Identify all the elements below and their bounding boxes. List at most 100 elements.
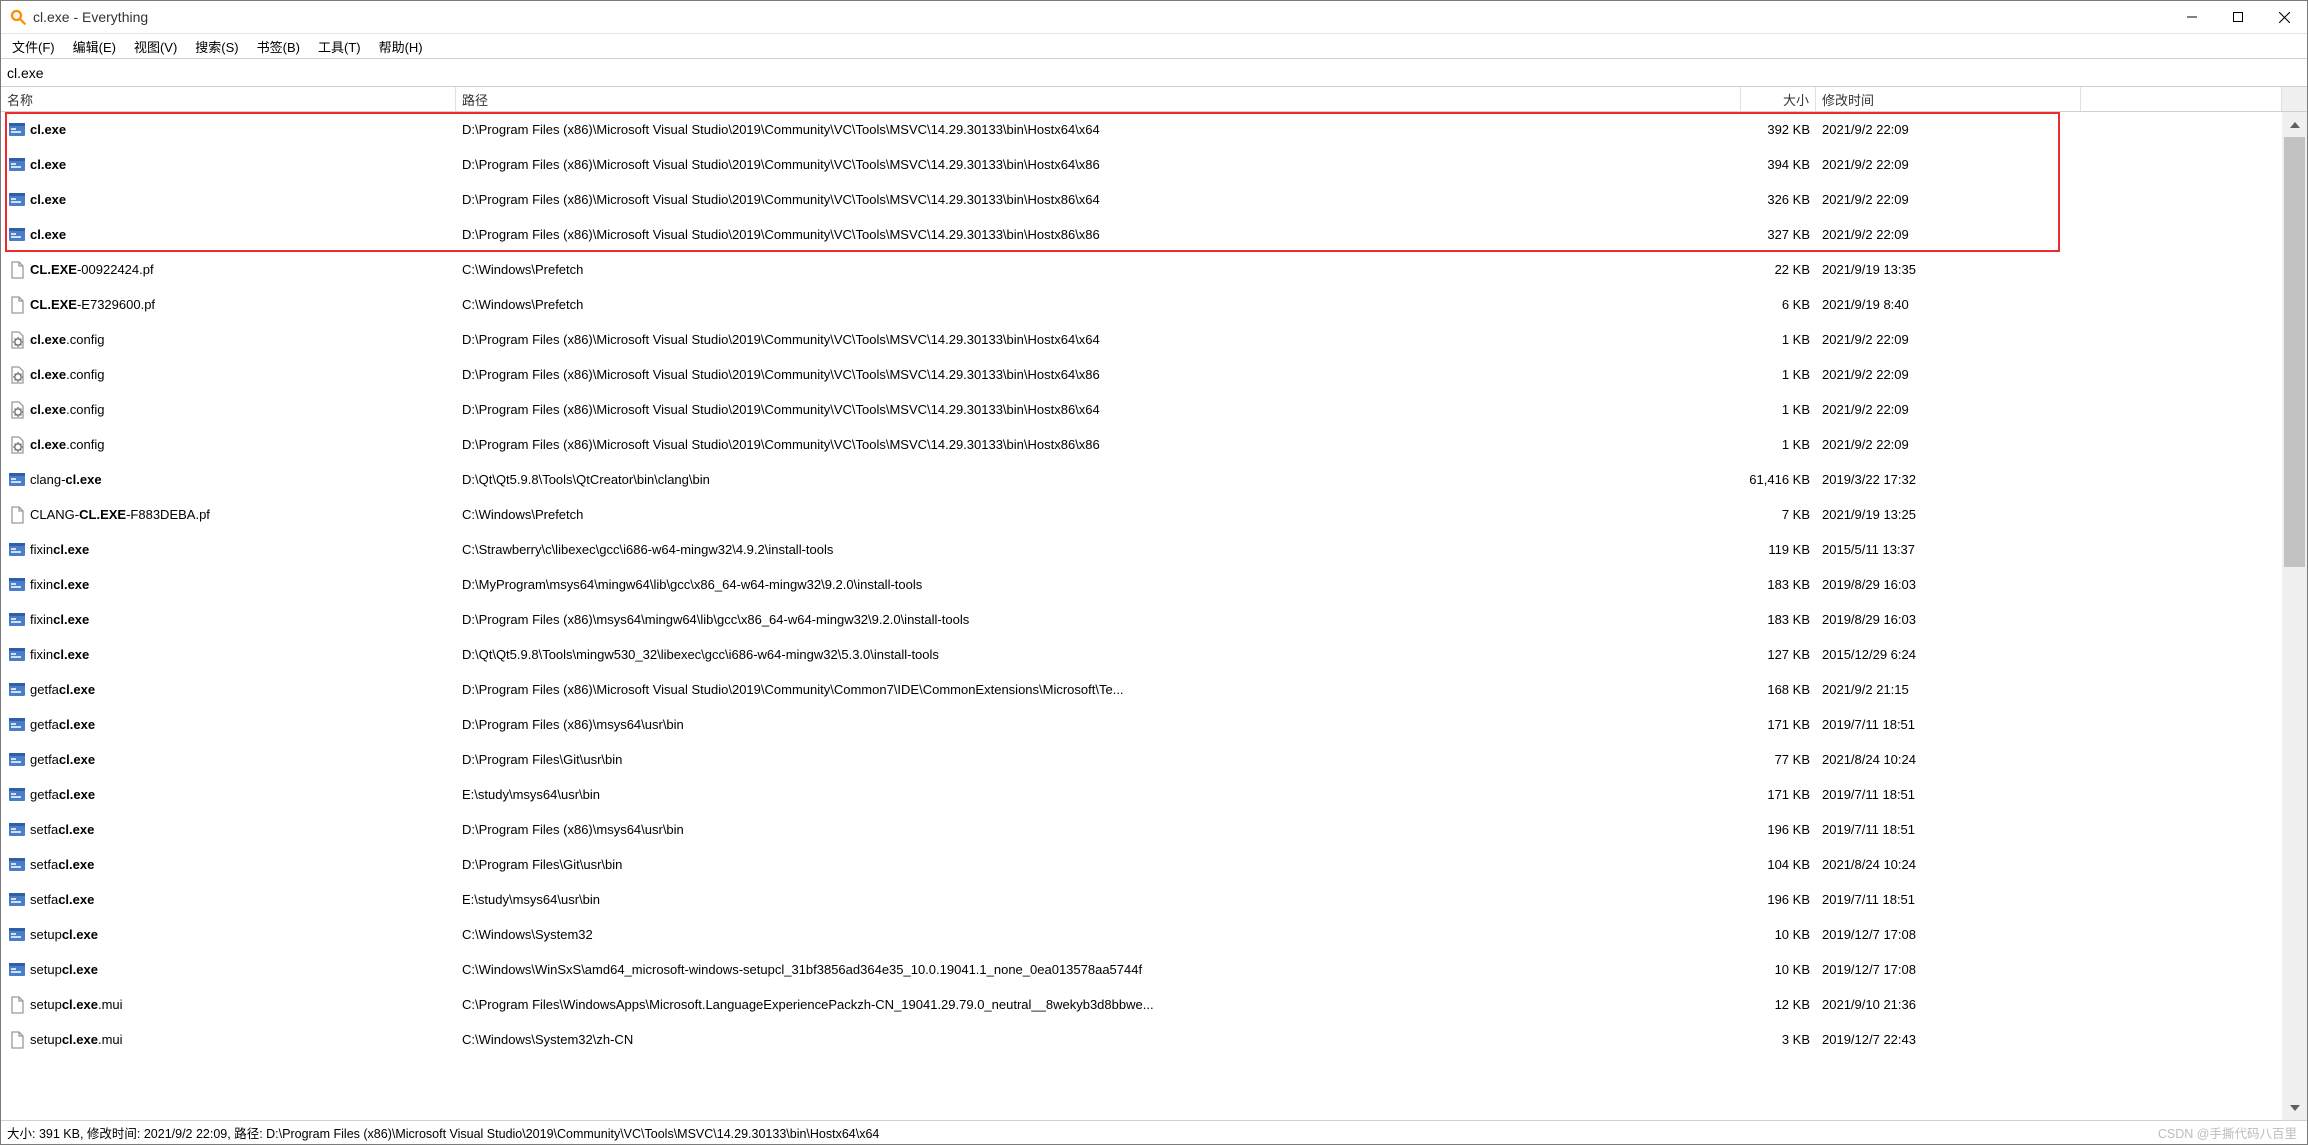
cell-size: 104 KB	[1741, 857, 1816, 872]
cell-size: 171 KB	[1741, 787, 1816, 802]
scroll-up-button[interactable]	[2282, 112, 2307, 137]
cell-path: D:\Program Files (x86)\Microsoft Visual …	[456, 192, 1741, 207]
cell-size: 127 KB	[1741, 647, 1816, 662]
menu-item[interactable]: 搜索(S)	[186, 35, 247, 58]
cell-name: cl.exe.config	[30, 332, 456, 347]
table-row[interactable]: fixincl.exeD:\MyProgram\msys64\mingw64\l…	[1, 567, 2282, 602]
cell-path: E:\study\msys64\usr\bin	[456, 892, 1741, 907]
cell-name: fixincl.exe	[30, 647, 456, 662]
cell-date: 2019/12/7 22:43	[1816, 1032, 2081, 1047]
minimize-button[interactable]	[2169, 1, 2215, 33]
cell-size: 168 KB	[1741, 682, 1816, 697]
table-row[interactable]: cl.exeD:\Program Files (x86)\Microsoft V…	[1, 217, 2282, 252]
menu-item[interactable]: 书签(B)	[248, 35, 309, 58]
cell-size: 171 KB	[1741, 717, 1816, 732]
cell-date: 2021/8/24 10:24	[1816, 857, 2081, 872]
table-row[interactable]: setfacl.exeE:\study\msys64\usr\bin196 KB…	[1, 882, 2282, 917]
table-row[interactable]: getfacl.exeE:\study\msys64\usr\bin171 KB…	[1, 777, 2282, 812]
scroll-thumb[interactable]	[2284, 137, 2305, 567]
title-bar[interactable]: cl.exe - Everything	[1, 1, 2307, 34]
cell-size: 183 KB	[1741, 612, 1816, 627]
table-row[interactable]: fixincl.exeD:\Qt\Qt5.9.8\Tools\mingw530_…	[1, 637, 2282, 672]
table-row[interactable]: cl.exe.configD:\Program Files (x86)\Micr…	[1, 357, 2282, 392]
cell-size: 7 KB	[1741, 507, 1816, 522]
cell-date: 2019/7/11 18:51	[1816, 892, 2081, 907]
file-icon	[7, 295, 27, 315]
close-button[interactable]	[2261, 1, 2307, 33]
table-row[interactable]: fixincl.exeC:\Strawberry\c\libexec\gcc\i…	[1, 532, 2282, 567]
cell-date: 2019/8/29 16:03	[1816, 577, 2081, 592]
table-row[interactable]: setupcl.exeC:\Windows\WinSxS\amd64_micro…	[1, 952, 2282, 987]
menu-item[interactable]: 编辑(E)	[64, 35, 125, 58]
table-row[interactable]: cl.exeD:\Program Files (x86)\Microsoft V…	[1, 182, 2282, 217]
cell-size: 1 KB	[1741, 402, 1816, 417]
config-icon	[7, 435, 27, 455]
column-name[interactable]: 名称	[1, 87, 456, 111]
vertical-scrollbar[interactable]	[2282, 112, 2307, 1120]
menu-item[interactable]: 文件(F)	[3, 35, 64, 58]
cell-name: cl.exe	[30, 227, 456, 242]
cell-name: setfacl.exe	[30, 892, 456, 907]
cell-name: setfacl.exe	[30, 857, 456, 872]
cell-name: fixincl.exe	[30, 577, 456, 592]
table-row[interactable]: getfacl.exeD:\Program Files (x86)\Micros…	[1, 672, 2282, 707]
cell-date: 2021/9/19 8:40	[1816, 297, 2081, 312]
cell-path: D:\Qt\Qt5.9.8\Tools\QtCreator\bin\clang\…	[456, 472, 1741, 487]
table-row[interactable]: setupcl.exeC:\Windows\System3210 KB2019/…	[1, 917, 2282, 952]
exe-icon	[7, 645, 27, 665]
table-row[interactable]: cl.exe.configD:\Program Files (x86)\Micr…	[1, 392, 2282, 427]
maximize-button[interactable]	[2215, 1, 2261, 33]
table-row[interactable]: setfacl.exeD:\Program Files\Git\usr\bin1…	[1, 847, 2282, 882]
table-row[interactable]: clang-cl.exeD:\Qt\Qt5.9.8\Tools\QtCreato…	[1, 462, 2282, 497]
minimize-icon	[2187, 12, 2197, 22]
results-list: cl.exeD:\Program Files (x86)\Microsoft V…	[1, 112, 2307, 1120]
column-size[interactable]: 大小	[1741, 87, 1816, 111]
chevron-down-icon	[2290, 1105, 2300, 1111]
cell-name: fixincl.exe	[30, 612, 456, 627]
column-path[interactable]: 路径	[456, 87, 1741, 111]
cell-path: C:\Windows\System32	[456, 927, 1741, 942]
cell-name: fixincl.exe	[30, 542, 456, 557]
cell-date: 2021/9/2 22:09	[1816, 157, 2081, 172]
table-row[interactable]: CLANG-CL.EXE-F883DEBA.pfC:\Windows\Prefe…	[1, 497, 2282, 532]
cell-path: C:\Windows\Prefetch	[456, 262, 1741, 277]
table-row[interactable]: fixincl.exeD:\Program Files (x86)\msys64…	[1, 602, 2282, 637]
app-icon	[9, 8, 27, 26]
cell-size: 1 KB	[1741, 332, 1816, 347]
cell-date: 2019/8/29 16:03	[1816, 612, 2081, 627]
table-row[interactable]: CL.EXE-E7329600.pfC:\Windows\Prefetch6 K…	[1, 287, 2282, 322]
table-row[interactable]: cl.exe.configD:\Program Files (x86)\Micr…	[1, 322, 2282, 357]
table-row[interactable]: cl.exeD:\Program Files (x86)\Microsoft V…	[1, 147, 2282, 182]
table-row[interactable]: setupcl.exe.muiC:\Program Files\WindowsA…	[1, 987, 2282, 1022]
table-row[interactable]: cl.exe.configD:\Program Files (x86)\Micr…	[1, 427, 2282, 462]
menu-item[interactable]: 工具(T)	[309, 35, 370, 58]
table-row[interactable]: CL.EXE-00922424.pfC:\Windows\Prefetch22 …	[1, 252, 2282, 287]
menu-item[interactable]: 视图(V)	[125, 35, 186, 58]
cell-name: cl.exe.config	[30, 402, 456, 417]
table-row[interactable]: setfacl.exeD:\Program Files (x86)\msys64…	[1, 812, 2282, 847]
cell-date: 2019/7/11 18:51	[1816, 822, 2081, 837]
menu-item[interactable]: 帮助(H)	[370, 35, 432, 58]
cell-path: C:\Strawberry\c\libexec\gcc\i686-w64-min…	[456, 542, 1741, 557]
table-row[interactable]: cl.exeD:\Program Files (x86)\Microsoft V…	[1, 112, 2282, 147]
cell-name: cl.exe.config	[30, 367, 456, 382]
table-row[interactable]: getfacl.exeD:\Program Files\Git\usr\bin7…	[1, 742, 2282, 777]
table-row[interactable]: getfacl.exeD:\Program Files (x86)\msys64…	[1, 707, 2282, 742]
app-window: cl.exe - Everything 文件(F)编辑(E)视图(V)搜索(S)…	[0, 0, 2308, 1145]
exe-icon	[7, 120, 27, 140]
cell-date: 2019/12/7 17:08	[1816, 927, 2081, 942]
column-date[interactable]: 修改时间	[1816, 87, 2081, 111]
cell-size: 6 KB	[1741, 297, 1816, 312]
cell-size: 327 KB	[1741, 227, 1816, 242]
scroll-track[interactable]	[2282, 137, 2307, 1095]
window-title: cl.exe - Everything	[33, 9, 148, 25]
search-input[interactable]	[1, 59, 2307, 86]
cell-path: D:\Program Files\Git\usr\bin	[456, 752, 1741, 767]
cell-date: 2021/8/24 10:24	[1816, 752, 2081, 767]
file-icon	[7, 1030, 27, 1050]
menu-bar: 文件(F)编辑(E)视图(V)搜索(S)书签(B)工具(T)帮助(H)	[1, 34, 2307, 59]
table-row[interactable]: setupcl.exe.muiC:\Windows\System32\zh-CN…	[1, 1022, 2282, 1057]
scroll-down-button[interactable]	[2282, 1095, 2307, 1120]
cell-path: D:\Program Files (x86)\Microsoft Visual …	[456, 227, 1741, 242]
cell-name: CL.EXE-00922424.pf	[30, 262, 456, 277]
